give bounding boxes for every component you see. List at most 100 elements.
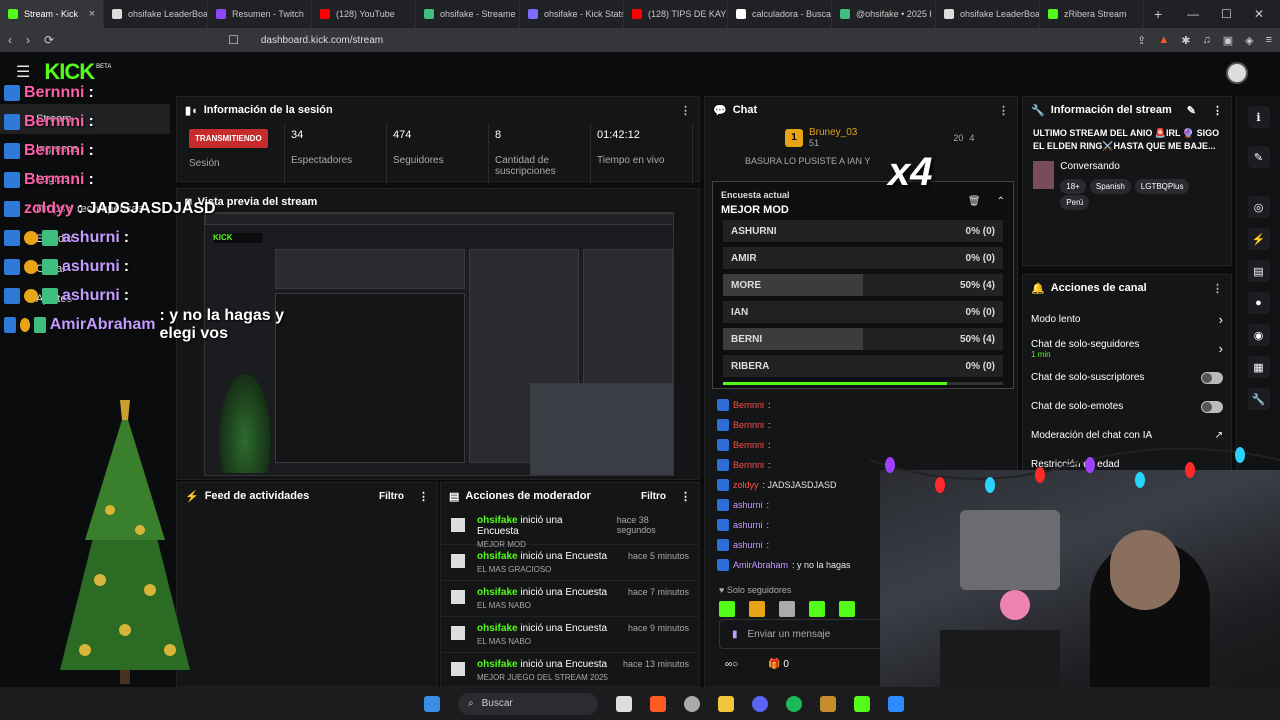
target-icon[interactable]: ◎ (1247, 196, 1270, 218)
browser-tab[interactable]: ohsifake - Streame (416, 0, 520, 28)
emote-icon[interactable] (719, 601, 735, 617)
lightning-icon[interactable]: ⚡ (1247, 228, 1270, 250)
app-icon[interactable] (820, 695, 836, 712)
settings-icon[interactable]: ∞○ (725, 659, 738, 670)
forward-icon[interactable]: › (26, 33, 30, 47)
chat-bubble-icon[interactable]: ● (1247, 292, 1270, 314)
poll-option[interactable]: ASHURNI 0% (0) (723, 220, 1003, 242)
broadcast-icon[interactable]: ◉ (1247, 324, 1270, 346)
chat-footer: ∞○ 🎁 0 (725, 659, 789, 670)
sidebar-icon[interactable]: ▣ (1223, 34, 1233, 47)
close-window-icon[interactable]: ✕ (1254, 7, 1264, 21)
mod-menu-icon[interactable]: ⋮ (680, 490, 691, 503)
stream-tag[interactable]: LGTBQPlus (1134, 179, 1190, 194)
poll-option[interactable]: AMIR 0% (0) (723, 247, 1003, 269)
sub-badge-icon (42, 287, 58, 304)
browser-tab[interactable]: ohsifake - Kick Stats (520, 0, 624, 28)
back-icon[interactable]: ‹ (8, 33, 12, 47)
pencil-icon[interactable]: ✎ (1247, 146, 1270, 168)
browser-tab[interactable]: Stream - Kick × (0, 0, 104, 28)
overlay-text: : y no la hagas y elegi vos (159, 306, 284, 342)
poll-option[interactable]: IAN 0% (0) (723, 301, 1003, 323)
clipboard-icon[interactable]: ▤ (1247, 260, 1270, 282)
browser-tab[interactable]: ohsifake LeaderBoa (936, 0, 1040, 28)
info-icon[interactable]: ℹ (1247, 106, 1270, 128)
stream-tag[interactable]: 18+ (1060, 179, 1086, 194)
toggle-switch[interactable] (1201, 400, 1223, 413)
emote-icon[interactable] (749, 601, 765, 617)
minimize-icon[interactable]: — (1187, 7, 1199, 21)
browser-tab[interactable]: Resumen - Twitch (208, 0, 312, 28)
browser-tab[interactable]: (128) TIPS DE KAYD (624, 0, 728, 28)
browser-tab[interactable]: @ohsifake • 2025 I (832, 0, 936, 28)
url-field[interactable]: dashboard.kick.com/stream (261, 35, 383, 46)
browser-tab[interactable]: zRibera Stream (1040, 0, 1144, 28)
wrench-icon[interactable]: 🔧 (1247, 388, 1270, 410)
new-tab-icon[interactable]: + (1144, 6, 1172, 22)
taskbar-search[interactable]: ⌕ Buscar (458, 692, 598, 715)
emote-icon[interactable] (839, 601, 855, 617)
collapse-icon[interactable]: ⌃ (997, 196, 1005, 207)
chat-username[interactable]: ashurni (733, 500, 763, 510)
pinned-message: BASURA LO PUSISTE A IAN Y (745, 156, 871, 166)
badge-icon (4, 316, 16, 333)
maximize-icon[interactable]: ☐ (1221, 7, 1232, 21)
chat-username[interactable]: Bernnni (733, 420, 764, 430)
session-menu-icon[interactable]: ⋮ (680, 104, 691, 117)
chat-menu-icon[interactable]: ⋮ (998, 104, 1009, 117)
mod-filter-button[interactable]: Filtro (641, 491, 666, 502)
brave-shield-icon[interactable]: ▲ (1158, 34, 1169, 47)
poll-option[interactable]: RIBERA 0% (0) (723, 355, 1003, 377)
windows-start-icon[interactable] (424, 695, 440, 712)
mod-action-row: ohsifake inició una Encuesta MEJOR MOD hac… (441, 509, 699, 549)
browser-tab[interactable]: calculadora - Busca (728, 0, 832, 28)
chat-username[interactable]: AmirAbraham (733, 560, 788, 570)
layout-icon[interactable]: ▦ (1247, 356, 1270, 378)
channel-action-row[interactable]: Chat de solo-seguidores 1 min › (1023, 334, 1231, 363)
task-view-icon[interactable] (616, 695, 632, 712)
trash-icon[interactable]: 🗑 (968, 196, 981, 207)
close-tab-icon[interactable]: × (89, 8, 95, 20)
tab-favicon-icon (1048, 9, 1058, 19)
brave-icon[interactable] (650, 695, 666, 712)
channel-action-row[interactable]: Modo lento › (1023, 305, 1231, 334)
emote-icon[interactable] (809, 601, 825, 617)
chat-username[interactable]: ashurni (733, 540, 763, 550)
folder-icon[interactable] (718, 695, 734, 712)
chrome-icon[interactable] (684, 695, 700, 712)
browser-tab[interactable]: (128) YouTube (312, 0, 416, 28)
chat-username[interactable]: Bernnni (733, 440, 764, 450)
menu-icon[interactable]: ≡ (1266, 34, 1272, 47)
chat-username[interactable]: Bernnni (733, 460, 764, 470)
emote-icon[interactable] (779, 601, 795, 617)
reload-icon[interactable]: ⟳ (44, 33, 54, 47)
mod-actions-icon: ▤ (449, 490, 460, 503)
gift-icon[interactable]: 🎁 0 (768, 659, 789, 670)
user-avatar[interactable] (1226, 62, 1248, 84)
activity-menu-icon[interactable]: ⋮ (418, 490, 429, 503)
poll-option[interactable]: MORE 50% (4) (723, 274, 1003, 296)
discord-icon[interactable] (752, 695, 768, 712)
stream-tag[interactable]: Spanish (1089, 179, 1131, 194)
share-icon[interactable]: ⇪ (1137, 34, 1146, 47)
channel-action-row[interactable]: Chat de solo-suscriptores (1023, 363, 1231, 392)
wallet-icon[interactable]: ◈ (1245, 34, 1253, 47)
poll-option[interactable]: BERNI 50% (4) (723, 328, 1003, 350)
spotify-icon[interactable] (786, 695, 802, 712)
extensions-icon[interactable]: ✱ (1181, 34, 1190, 47)
media-icon[interactable]: ♫ (1202, 34, 1210, 47)
activity-filter-button[interactable]: Filtro (379, 491, 404, 502)
browser-tab[interactable]: ohsifake LeaderBoa (104, 0, 208, 28)
stream-tag[interactable]: Perú (1060, 195, 1090, 210)
chat-username[interactable]: ashurni (733, 520, 763, 530)
edit-icon[interactable]: ✎ (1187, 104, 1196, 117)
chat-username[interactable]: zoldyy (733, 480, 759, 490)
bookmark-icon[interactable]: ☐ (228, 33, 239, 47)
chat-username[interactable]: Bernnni (733, 400, 764, 410)
toggle-switch[interactable] (1201, 371, 1223, 384)
channel-action-row[interactable]: Chat de solo-emotes (1023, 392, 1231, 421)
channel-menu-icon[interactable]: ⋮ (1212, 282, 1223, 295)
stream-info-menu-icon[interactable]: ⋮ (1212, 104, 1223, 117)
notes-icon[interactable] (888, 695, 904, 712)
kick-app-icon[interactable] (854, 695, 870, 712)
